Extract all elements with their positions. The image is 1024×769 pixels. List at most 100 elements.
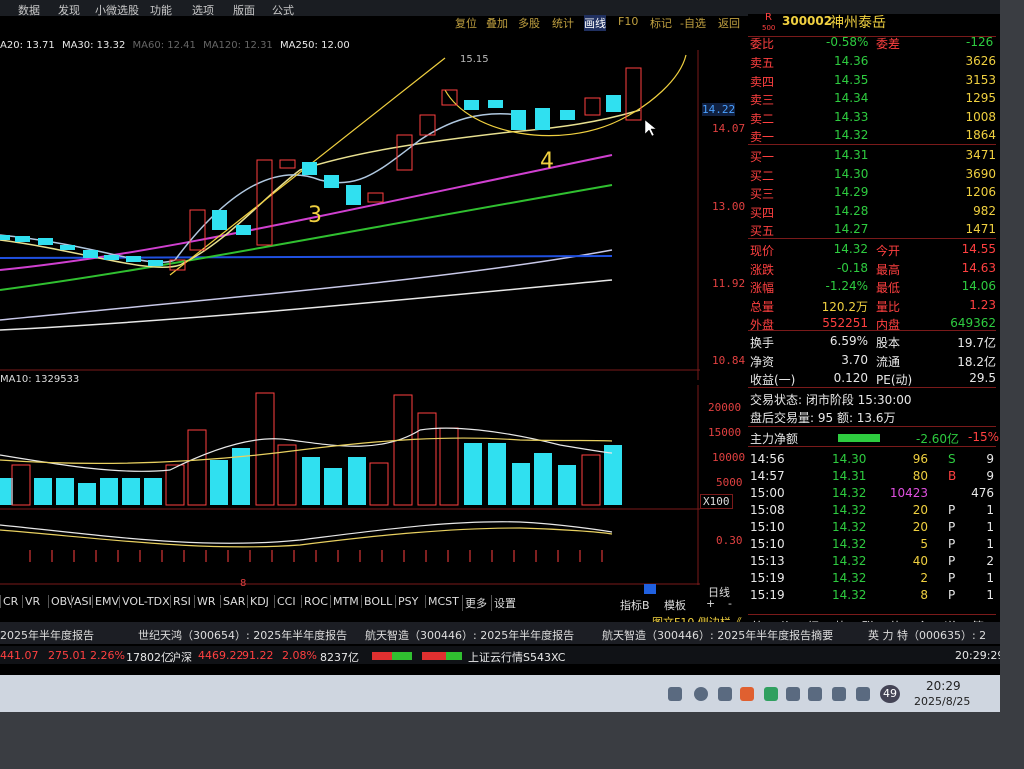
tab-draw-line[interactable]: 画线: [584, 15, 606, 31]
candle: [606, 95, 621, 112]
candle: [346, 185, 361, 205]
indicator-tab[interactable]: RSI: [170, 595, 193, 608]
tick-volume: 20: [912, 503, 928, 517]
index1-amount: 17802亿: [126, 651, 172, 664]
indicator-tab[interactable]: SAR: [220, 595, 247, 608]
tab-f10[interactable]: F10: [618, 15, 638, 28]
ticker-item[interactable]: 英 力 特（000635）: 2: [868, 627, 986, 643]
candlestick-chart[interactable]: 15.15 3 4: [0, 50, 700, 380]
menu-item-stock-picker[interactable]: 小微选股: [95, 2, 139, 18]
volume-bar: [369, 462, 389, 506]
period-daily-button[interactable]: 日线: [708, 584, 730, 600]
indicator-tab[interactable]: PSY: [395, 595, 420, 608]
volume-bar: [439, 427, 459, 506]
menu-item-formula[interactable]: 公式: [272, 2, 294, 18]
index2-name: 沪深: [170, 651, 192, 664]
tick-side: P: [948, 571, 956, 585]
bid-price: 14.29: [834, 185, 869, 199]
tick-count: 9: [986, 452, 994, 466]
notification-badge[interactable]: 49: [880, 685, 900, 703]
tray-icon[interactable]: [718, 687, 732, 701]
tab-mark[interactable]: 标记: [650, 15, 672, 31]
quote-row: 卖二 14.33 1008: [748, 110, 998, 128]
tick-price: 14.32: [832, 520, 867, 534]
tray-security-icon[interactable]: [764, 687, 778, 701]
tick-side: P: [948, 588, 956, 602]
tab-back[interactable]: 返回: [718, 15, 740, 31]
stat-label: 现价: [750, 244, 775, 258]
indicator-tab[interactable]: MTM: [330, 595, 361, 608]
keyboard-icon[interactable]: [856, 687, 870, 701]
tab-statistics[interactable]: 统计: [552, 15, 574, 31]
oscillator-chart[interactable]: [0, 510, 700, 585]
quote-row: 外盘 552251 内盘 649362: [748, 316, 998, 334]
stat-value: 649362: [950, 316, 996, 330]
ticker-item[interactable]: 航天智造（300446）: 2025年半年度报告: [365, 627, 574, 643]
indicator-tab[interactable]: WR: [194, 595, 218, 608]
taskbar-time[interactable]: 20:29: [926, 679, 961, 693]
indicator-b-button[interactable]: 指标B: [620, 597, 650, 613]
ticker-item[interactable]: 航天智造（300446）: 2025年半年度报告摘要: [602, 627, 833, 643]
index1-change: 275.01: [48, 649, 87, 662]
tray-icon[interactable]: [786, 687, 800, 701]
menu-item-layout[interactable]: 版面: [233, 2, 255, 18]
stat-value: 14.55: [961, 242, 996, 256]
indicator-tab[interactable]: ASI: [71, 595, 94, 608]
ticker-item[interactable]: 2025年半年度报告: [0, 627, 94, 643]
stat-value: 29.5: [969, 371, 996, 385]
announcement-ticker: 2025年半年度报告 世纪天鸿（300654）: 2025年半年度报告 航天智造…: [0, 622, 1000, 644]
stat-label: PE(动): [876, 373, 913, 387]
volume-bar: [417, 412, 437, 506]
menu-item-discover[interactable]: 发现: [58, 2, 80, 18]
shield-icon[interactable]: [694, 687, 708, 701]
volume-chart[interactable]: [0, 385, 700, 510]
indicator-scroll-handle[interactable]: [644, 584, 656, 594]
menu-item-options[interactable]: 选项: [192, 2, 214, 18]
volume-bar: [78, 483, 96, 505]
volume-bar: [512, 463, 530, 505]
indicator-tab[interactable]: 设置: [491, 595, 518, 611]
indicator-tab[interactable]: CR: [0, 595, 20, 608]
candle: [60, 245, 75, 250]
bid-price: 14.27: [834, 222, 869, 236]
tab-overlay[interactable]: 叠加: [486, 15, 508, 31]
quote-row: 涨幅 -1.24% 最低 14.06: [748, 279, 998, 297]
tray-icon[interactable]: [668, 687, 682, 701]
market-prefix: R: [765, 12, 772, 23]
menu-item-functions[interactable]: 功能: [150, 2, 172, 18]
indicator-tab[interactable]: KDJ: [247, 595, 271, 608]
bid-level-label: 买一: [750, 150, 775, 164]
index2-value: 4469.22: [198, 649, 244, 662]
cup-arc-drawing[interactable]: [444, 54, 687, 137]
indicator-tab[interactable]: EMV: [92, 595, 121, 608]
quote-row: 换手 6.59% 股本 19.7亿: [748, 334, 998, 352]
network-icon[interactable]: [808, 687, 822, 701]
menu-item-data[interactable]: 数据: [18, 2, 40, 18]
tab-reset[interactable]: 复位: [455, 15, 477, 31]
tick-time: 15:19: [750, 588, 785, 602]
indicator-tab[interactable]: 更多: [462, 595, 489, 611]
candle: [189, 209, 206, 251]
taskbar-date[interactable]: 2025/8/25: [914, 695, 970, 708]
indicator-tab[interactable]: VR: [22, 595, 42, 608]
tray-app-icon[interactable]: [740, 687, 754, 701]
indicator-tab[interactable]: MCST: [425, 595, 461, 608]
divider: [748, 144, 996, 145]
ticker-item[interactable]: 世纪天鸿（300654）: 2025年半年度报告: [138, 627, 347, 643]
indicator-tab[interactable]: CCI: [274, 595, 298, 608]
bid-volume: 982: [973, 203, 996, 218]
index1-pct: 2.26%: [90, 649, 125, 662]
price-axis-label: 11.92: [712, 277, 746, 290]
tab-multi-stock[interactable]: 多股: [518, 15, 540, 31]
template-button[interactable]: 模板: [664, 597, 686, 613]
quote-row: 净资 3.70 流通 18.2亿: [748, 353, 998, 371]
tick-volume: 96: [912, 452, 928, 466]
quote-row: 买四 14.28 982: [748, 204, 998, 222]
volume-icon[interactable]: [832, 687, 846, 701]
indicator-tab[interactable]: VOL-TDX: [119, 595, 172, 608]
cloud-server-status[interactable]: 上证云行情S543XC: [468, 649, 565, 665]
indicator-tab[interactable]: ROC: [301, 595, 330, 608]
indicator-tab[interactable]: BOLL: [361, 595, 394, 608]
tab-favorites[interactable]: -自选: [680, 15, 706, 31]
volume-ma10-legend: MA10: 1329533: [0, 374, 80, 385]
